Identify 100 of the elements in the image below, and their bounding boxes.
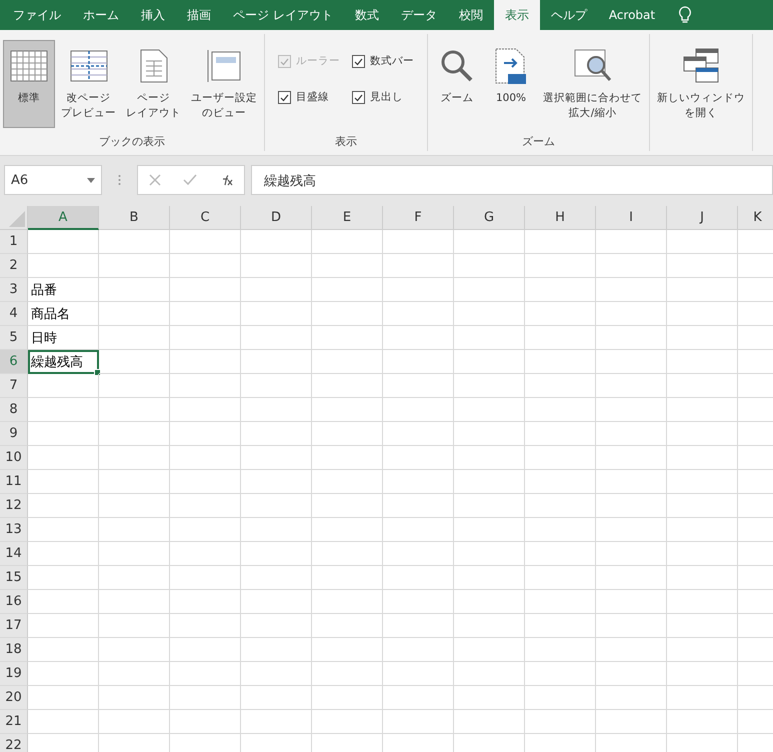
table-cell [170,638,241,662]
ribbon-button[interactable]: 標準 [3,40,55,128]
row-header[interactable]: 8 [0,398,28,422]
table-cell [454,278,525,302]
table-cell [241,518,312,542]
row-header[interactable]: 19 [0,662,28,686]
table-cell [525,566,596,590]
ribbon-tab[interactable]: データ [390,0,448,30]
table-cell [525,350,596,374]
table-cell [312,710,383,734]
table-cell [312,278,383,302]
column-header[interactable]: F [383,206,454,230]
row-header[interactable]: 4 [0,302,28,326]
ribbon-tab[interactable]: ページ レイアウト [222,0,344,30]
row-header[interactable]: 17 [0,614,28,638]
ribbon-button[interactable]: ユーザー設定 のビュー [187,40,261,128]
row-header[interactable]: 18 [0,638,28,662]
ribbon-button[interactable]: ページ レイアウト [122,40,185,128]
ribbon-tab[interactable]: ファイル [2,0,72,30]
ribbon-button[interactable]: 改ページ プレビュー [57,40,120,128]
checkbox-label[interactable]: 見出し [370,90,403,104]
table-cell [596,422,667,446]
column-header[interactable]: E [312,206,383,230]
table-cell [525,638,596,662]
row-header[interactable]: 20 [0,686,28,710]
row-header[interactable]: 13 [0,518,28,542]
checkbox[interactable] [352,90,365,104]
table-cell [596,518,667,542]
ribbon-button[interactable]: ズーム [431,40,483,128]
checkbox-label[interactable]: 数式バー [370,54,414,68]
table-cell [170,374,241,398]
row-header[interactable]: 9 [0,422,28,446]
column-header[interactable]: D [241,206,312,230]
group-label: ブックの表示 [98,134,166,150]
formula-input-field[interactable]: 繰越残高 [251,165,773,195]
row-header[interactable]: 6 [0,350,28,374]
table-cell: 商品名 [28,302,99,326]
table-cell [241,542,312,566]
checkbox[interactable] [352,54,365,68]
ribbon-tab[interactable]: 校閲 [448,0,494,30]
row-header[interactable]: 21 [0,710,28,734]
row-header[interactable]: 7 [0,374,28,398]
ribbon-button[interactable]: 新しいウィンドウ を開く [653,40,749,128]
column-header[interactable]: G [454,206,525,230]
row-header[interactable]: 14 [0,542,28,566]
column-header[interactable]: C [170,206,241,230]
ribbon-button[interactable]: 選択範囲に合わせて 拡大/縮小 [539,40,646,128]
table-cell [28,542,99,566]
table-cell [99,278,170,302]
table-cell [383,374,454,398]
zoom-selection-icon [574,49,612,83]
row-header[interactable]: 11 [0,470,28,494]
column-header[interactable]: B [99,206,170,230]
row-header[interactable]: 10 [0,446,28,470]
row-header[interactable]: 3 [0,278,28,302]
page-break-icon [70,50,108,82]
page-arrow-icon [494,47,528,85]
lightbulb-icon[interactable] [678,6,692,24]
ribbon-tab[interactable]: 描画 [176,0,222,30]
table-cell [525,446,596,470]
table-cell [312,590,383,614]
table-cell [28,566,99,590]
row-header[interactable]: 5 [0,326,28,350]
column-header[interactable]: I [596,206,667,230]
table-cell [170,662,241,686]
table-cell [28,470,99,494]
row-header[interactable]: 15 [0,566,28,590]
column-header[interactable]: H [525,206,596,230]
table-cell [525,686,596,710]
table-cell [241,254,312,278]
table-cell [454,494,525,518]
column-header[interactable]: J [667,206,738,230]
row-header[interactable]: 1 [0,230,28,254]
checkbox-label[interactable]: 目盛線 [296,90,329,104]
table-cell [99,374,170,398]
drag-handle-icon[interactable] [118,174,121,186]
row-header[interactable]: 12 [0,494,28,518]
row-header[interactable]: 22 [0,734,28,752]
checkbox[interactable] [278,90,291,104]
page-icon [140,49,168,83]
table-cell [312,446,383,470]
ribbon-tab[interactable]: Acrobat [598,0,666,30]
table-cell [383,278,454,302]
name-box[interactable]: A6 [4,165,102,195]
checkmark-icon[interactable] [183,174,197,186]
ribbon-tab[interactable]: 挿入 [130,0,176,30]
ribbon-tab[interactable]: 表示 [494,0,540,30]
table-cell [28,446,99,470]
table-cell [241,230,312,254]
ribbon-tab[interactable]: 数式 [344,0,390,30]
ribbon-button[interactable]: 100% [485,40,537,128]
table-cell [454,230,525,254]
table-cell [383,350,454,374]
column-header[interactable]: A [28,206,99,230]
ribbon-tab[interactable]: ヘルプ [540,0,598,30]
table-cell [312,230,383,254]
row-header[interactable]: 2 [0,254,28,278]
ribbon-tab[interactable]: ホーム [72,0,130,30]
row-header[interactable]: 16 [0,590,28,614]
column-header[interactable]: K [738,206,773,230]
